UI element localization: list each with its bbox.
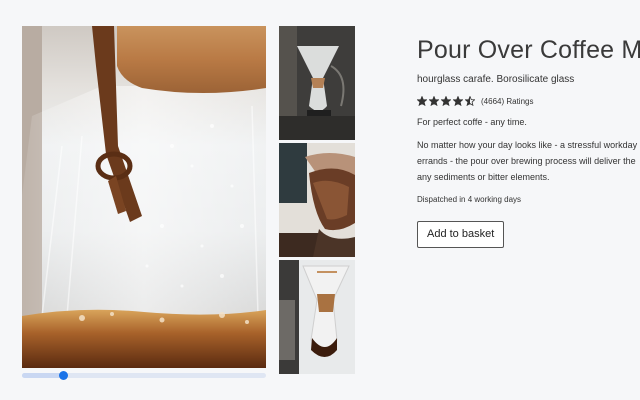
star-half-icon	[465, 96, 475, 106]
description-line: No matter how your day looks like - a st…	[417, 140, 638, 150]
product-page: Pour Over Coffee Maker hourglass carafe.…	[0, 0, 640, 400]
thumbnail-3[interactable]	[279, 260, 355, 374]
slider-progress	[22, 373, 64, 378]
star-full-icon	[441, 96, 451, 106]
description-line: errands - the pour over brewing process …	[417, 156, 636, 166]
add-to-basket-button[interactable]: Add to basket	[417, 221, 505, 248]
product-tagline: For perfect coffe - any time.	[417, 117, 527, 127]
star-full-icon	[417, 96, 427, 106]
dispatch-info: Dispatched in 4 working days	[417, 195, 522, 204]
main-product-image[interactable]	[22, 26, 266, 368]
rating-stars	[417, 96, 477, 106]
thumbnail-2[interactable]	[279, 143, 355, 257]
rating-count: (4664) Ratings	[481, 96, 534, 106]
product-title: Pour Over Coffee Maker	[417, 36, 640, 64]
star-full-icon	[453, 96, 463, 106]
slider-thumb[interactable]	[58, 371, 68, 380]
product-subtitle: hourglass carafe. Borosilicate glass	[417, 74, 575, 85]
product-description: No matter how your day looks like - a st…	[417, 137, 640, 185]
rating[interactable]: (4664) Ratings	[417, 95, 640, 107]
product-info: Pour Over Coffee Maker hourglass carafe.…	[417, 36, 640, 248]
image-slider[interactable]	[22, 371, 266, 380]
description-line: any sediments or bitter elements.	[417, 172, 550, 182]
thumbnail-1[interactable]	[279, 26, 355, 140]
star-full-icon	[429, 96, 439, 106]
